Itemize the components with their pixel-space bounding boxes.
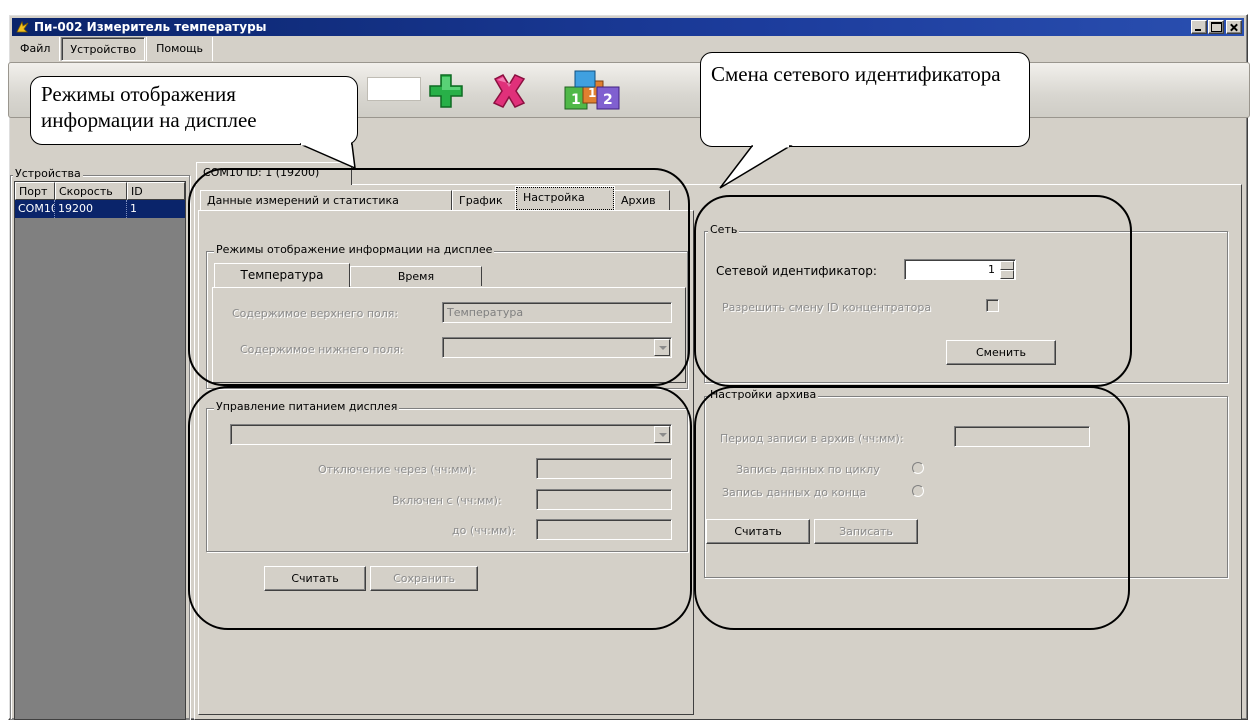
devices-list[interactable]: Порт Скорость ID COM10 19200 1 bbox=[14, 181, 186, 720]
power-mode-select[interactable] bbox=[230, 424, 672, 445]
allow-change-label: Разрешить смену ID концентратора bbox=[722, 301, 932, 314]
minimize-button[interactable] bbox=[1191, 20, 1207, 34]
tab-graph[interactable]: График bbox=[452, 190, 516, 210]
archive-end-label: Запись данных до конца bbox=[722, 486, 867, 499]
window-title: Пи-002 Измеритель температуры bbox=[34, 20, 267, 34]
network-id-input[interactable]: 1 bbox=[904, 259, 1016, 280]
power-off-input[interactable] bbox=[536, 458, 672, 479]
archive-cycle-radio[interactable] bbox=[912, 462, 924, 474]
tab-temperature[interactable]: Температура bbox=[214, 263, 350, 287]
archive-group-label: Настройки архива bbox=[708, 388, 819, 401]
cubes-icon[interactable]: 1 1 2 bbox=[561, 69, 623, 113]
column-port[interactable]: Порт bbox=[15, 182, 55, 200]
devices-group-label: Устройства bbox=[13, 167, 83, 180]
column-id[interactable]: ID bbox=[127, 182, 185, 200]
menu-device[interactable]: Устройство bbox=[61, 37, 146, 61]
power-save-button[interactable]: Сохранить bbox=[370, 566, 478, 591]
chevron-down-icon[interactable] bbox=[654, 426, 670, 443]
archive-end-radio[interactable] bbox=[912, 485, 924, 497]
tab-archive[interactable]: Архив bbox=[614, 190, 670, 210]
tab-settings[interactable]: Настройка bbox=[515, 186, 615, 211]
archive-period-label: Период записи в архив (чч:мм): bbox=[720, 432, 904, 445]
power-off-label: Отключение через (чч:мм): bbox=[318, 463, 476, 476]
cell-speed: 19200 bbox=[55, 200, 127, 218]
lower-field-label: Содержимое нижнего поля: bbox=[240, 343, 404, 356]
power-on-input[interactable] bbox=[536, 489, 672, 510]
callout-network-id-text: Смена сетевого идентификатора bbox=[711, 62, 1001, 86]
power-read-button[interactable]: Считать bbox=[264, 566, 366, 591]
title-bar[interactable]: Пи-002 Измеритель температуры bbox=[12, 18, 1244, 36]
svg-text:2: 2 bbox=[603, 92, 613, 108]
archive-read-button[interactable]: Считать bbox=[706, 519, 810, 544]
add-icon[interactable] bbox=[424, 69, 468, 113]
column-speed[interactable]: Скорость bbox=[55, 182, 127, 200]
power-until-input[interactable] bbox=[536, 519, 672, 540]
display-modes-label: Режимы отображение информации на дисплее bbox=[214, 243, 495, 256]
cell-id: 1 bbox=[130, 202, 137, 215]
network-id-label: Сетевой идентификатор: bbox=[716, 264, 877, 278]
lower-field-select[interactable] bbox=[442, 337, 672, 358]
maximize-button[interactable] bbox=[1208, 20, 1224, 34]
callout-display-modes: Режимы отображения информации на дисплее bbox=[30, 76, 358, 145]
archive-period-input[interactable] bbox=[954, 426, 1090, 447]
cell-port: COM10 bbox=[15, 200, 55, 218]
menu-bar: Файл Устройство Помощь bbox=[12, 37, 1244, 63]
archive-write-button[interactable]: Записать bbox=[814, 519, 918, 544]
spin-down-icon[interactable] bbox=[1000, 270, 1014, 279]
network-group-label: Сеть bbox=[708, 223, 740, 236]
network-change-button[interactable]: Сменить bbox=[946, 340, 1056, 365]
tab-device-com10[interactable]: COM10 ID: 1 (19200) bbox=[196, 162, 352, 185]
close-button[interactable] bbox=[1226, 20, 1242, 34]
delete-icon[interactable] bbox=[487, 69, 531, 113]
allow-change-checkbox[interactable] bbox=[986, 299, 999, 312]
callout-network-id: Смена сетевого идентификатора bbox=[700, 52, 1030, 147]
network-id-spinner[interactable] bbox=[1000, 261, 1014, 279]
archive-cycle-label: Запись данных по циклу bbox=[736, 463, 880, 476]
toolbar-field[interactable] bbox=[367, 77, 421, 101]
devices-list-header: Порт Скорость ID bbox=[15, 182, 185, 200]
tab-time[interactable]: Время bbox=[350, 266, 482, 286]
chevron-down-icon[interactable] bbox=[654, 339, 670, 356]
table-row[interactable]: COM10 19200 1 bbox=[15, 200, 185, 218]
spin-up-icon[interactable] bbox=[1000, 261, 1014, 270]
tab-measurements[interactable]: Данные измерений и статистика bbox=[200, 190, 452, 210]
power-until-label: до (чч:мм): bbox=[452, 524, 516, 537]
network-id-value: 1 bbox=[988, 263, 995, 276]
upper-field-input[interactable]: Температура bbox=[442, 302, 672, 323]
menu-file[interactable]: Файл bbox=[12, 37, 58, 59]
app-icon bbox=[16, 20, 29, 33]
svg-text:1: 1 bbox=[588, 86, 596, 100]
svg-text:1: 1 bbox=[571, 92, 581, 108]
power-group-label: Управление питанием дисплея bbox=[214, 400, 400, 413]
upper-field-label: Содержимое верхнего поля: bbox=[232, 307, 399, 320]
menu-help[interactable]: Помощь bbox=[148, 37, 211, 59]
power-on-label: Включен с (чч:мм): bbox=[392, 494, 502, 507]
